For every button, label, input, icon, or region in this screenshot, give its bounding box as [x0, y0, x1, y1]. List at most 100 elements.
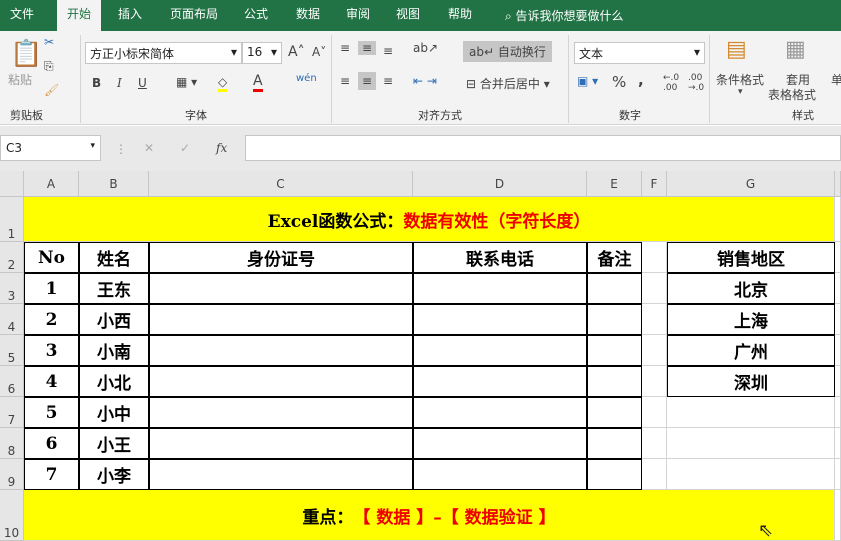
percent-button[interactable]: %: [612, 73, 626, 91]
font-size-select[interactable]: 16 ▾: [242, 42, 282, 64]
column-header-G[interactable]: G: [667, 171, 835, 197]
cell[interactable]: [835, 397, 841, 428]
font-color-icon[interactable]: A: [253, 73, 263, 92]
header-cell[interactable]: 姓名: [79, 242, 149, 273]
empty-cell[interactable]: [413, 428, 587, 459]
row-header-7[interactable]: 7: [0, 397, 24, 428]
cell[interactable]: [642, 304, 667, 335]
region-cell[interactable]: 深圳: [667, 366, 835, 397]
tab-6[interactable]: 审阅: [336, 0, 380, 31]
orientation-icon[interactable]: ab↗: [413, 41, 438, 55]
conditional-format-button[interactable]: 条件格式: [716, 71, 764, 88]
row-header-2[interactable]: 2: [0, 242, 24, 273]
decrease-decimal-icon[interactable]: .00 →.0: [688, 73, 704, 93]
empty-cell[interactable]: [587, 459, 642, 490]
name-cell[interactable]: 小李: [79, 459, 149, 490]
empty-cell[interactable]: [587, 366, 642, 397]
border-icon[interactable]: ▦ ▾: [176, 75, 197, 89]
cell[interactable]: [835, 459, 841, 490]
cut-icon[interactable]: ✂: [44, 35, 54, 49]
increase-font-icon[interactable]: A˄: [288, 44, 305, 60]
cell[interactable]: [642, 273, 667, 304]
empty-cell[interactable]: [149, 459, 413, 490]
empty-cell[interactable]: [149, 304, 413, 335]
empty-cell[interactable]: [413, 366, 587, 397]
formula-input[interactable]: [245, 135, 841, 161]
column-header-D[interactable]: D: [413, 171, 587, 197]
increase-decimal-icon[interactable]: ←.0.00: [663, 73, 679, 93]
tab-7[interactable]: 视图: [386, 0, 430, 31]
cell[interactable]: [667, 459, 835, 490]
cell[interactable]: [642, 335, 667, 366]
align-center-icon[interactable]: ≡: [358, 72, 377, 90]
row-number-cell[interactable]: 3: [24, 335, 79, 366]
cell[interactable]: [642, 366, 667, 397]
empty-cell[interactable]: [149, 428, 413, 459]
cell[interactable]: [835, 304, 841, 335]
comma-button[interactable]: ,: [638, 71, 644, 89]
empty-cell[interactable]: [149, 335, 413, 366]
row-header-1[interactable]: 1: [0, 197, 24, 242]
cell[interactable]: [667, 428, 835, 459]
fill-color-icon[interactable]: ◇: [218, 75, 228, 92]
empty-cell[interactable]: [413, 335, 587, 366]
align-left-icon[interactable]: ≡: [340, 74, 350, 88]
tab-0[interactable]: 文件: [0, 0, 44, 31]
name-cell[interactable]: 王东: [79, 273, 149, 304]
indent-icon[interactable]: ⇤ ⇥: [413, 74, 437, 88]
select-all-corner[interactable]: [0, 171, 24, 197]
region-cell[interactable]: 广州: [667, 335, 835, 366]
row-header-9[interactable]: 9: [0, 459, 24, 490]
chevron-down-icon[interactable]: ▾: [738, 87, 743, 97]
region-cell[interactable]: 上海: [667, 304, 835, 335]
name-cell[interactable]: 小南: [79, 335, 149, 366]
row-number-cell[interactable]: 2: [24, 304, 79, 335]
enter-icon[interactable]: ✓: [180, 141, 190, 155]
insert-function-button[interactable]: fx: [216, 141, 227, 155]
paste-icon[interactable]: 📋: [10, 39, 42, 69]
paste-button[interactable]: 粘贴: [8, 71, 32, 88]
tab-4[interactable]: 公式: [234, 0, 278, 31]
empty-cell[interactable]: [413, 304, 587, 335]
cell[interactable]: [835, 335, 841, 366]
empty-cell[interactable]: [413, 459, 587, 490]
tab-3[interactable]: 页面布局: [160, 0, 228, 31]
name-cell[interactable]: 小王: [79, 428, 149, 459]
empty-cell[interactable]: [587, 335, 642, 366]
tab-1[interactable]: 开始: [57, 0, 102, 31]
row-header-3[interactable]: 3: [0, 273, 24, 304]
tell-me-search[interactable]: ⌕ 告诉我你想要做什么: [505, 7, 624, 24]
wrap-text-button[interactable]: ab↵ 自动换行: [463, 41, 552, 62]
phonetic-icon[interactable]: wén: [296, 73, 317, 84]
header-cell[interactable]: 备注: [587, 242, 642, 273]
decrease-font-icon[interactable]: A˅: [312, 45, 326, 59]
cell[interactable]: [835, 197, 841, 242]
column-header-B[interactable]: B: [79, 171, 149, 197]
cell[interactable]: [642, 459, 667, 490]
cancel-icon[interactable]: ✕: [144, 141, 154, 155]
row-header-4[interactable]: 4: [0, 304, 24, 335]
font-name-select[interactable]: 方正小标宋简体 ▾: [85, 42, 242, 64]
name-cell[interactable]: 小北: [79, 366, 149, 397]
align-top-icon[interactable]: ≡: [340, 41, 350, 55]
tab-5[interactable]: 数据: [286, 0, 330, 31]
table-format-icon[interactable]: ▦: [785, 37, 806, 62]
cell-styles-button[interactable]: 单: [831, 71, 841, 88]
row-number-cell[interactable]: 1: [24, 273, 79, 304]
number-format-select[interactable]: 文本 ▾: [574, 42, 705, 64]
region-header-cell[interactable]: 销售地区: [667, 242, 835, 273]
cell[interactable]: [642, 397, 667, 428]
italic-button[interactable]: I: [117, 76, 122, 90]
row-number-cell[interactable]: 5: [24, 397, 79, 428]
empty-cell[interactable]: [149, 397, 413, 428]
empty-cell[interactable]: [587, 273, 642, 304]
empty-cell[interactable]: [413, 397, 587, 428]
cell[interactable]: [835, 490, 841, 541]
cell[interactable]: [835, 273, 841, 304]
row-header-5[interactable]: 5: [0, 335, 24, 366]
cell[interactable]: [835, 242, 841, 273]
align-right-icon[interactable]: ≡: [383, 74, 393, 88]
header-cell[interactable]: 身份证号: [149, 242, 413, 273]
format-painter-icon[interactable]: 🖌: [44, 83, 59, 97]
empty-cell[interactable]: [149, 273, 413, 304]
